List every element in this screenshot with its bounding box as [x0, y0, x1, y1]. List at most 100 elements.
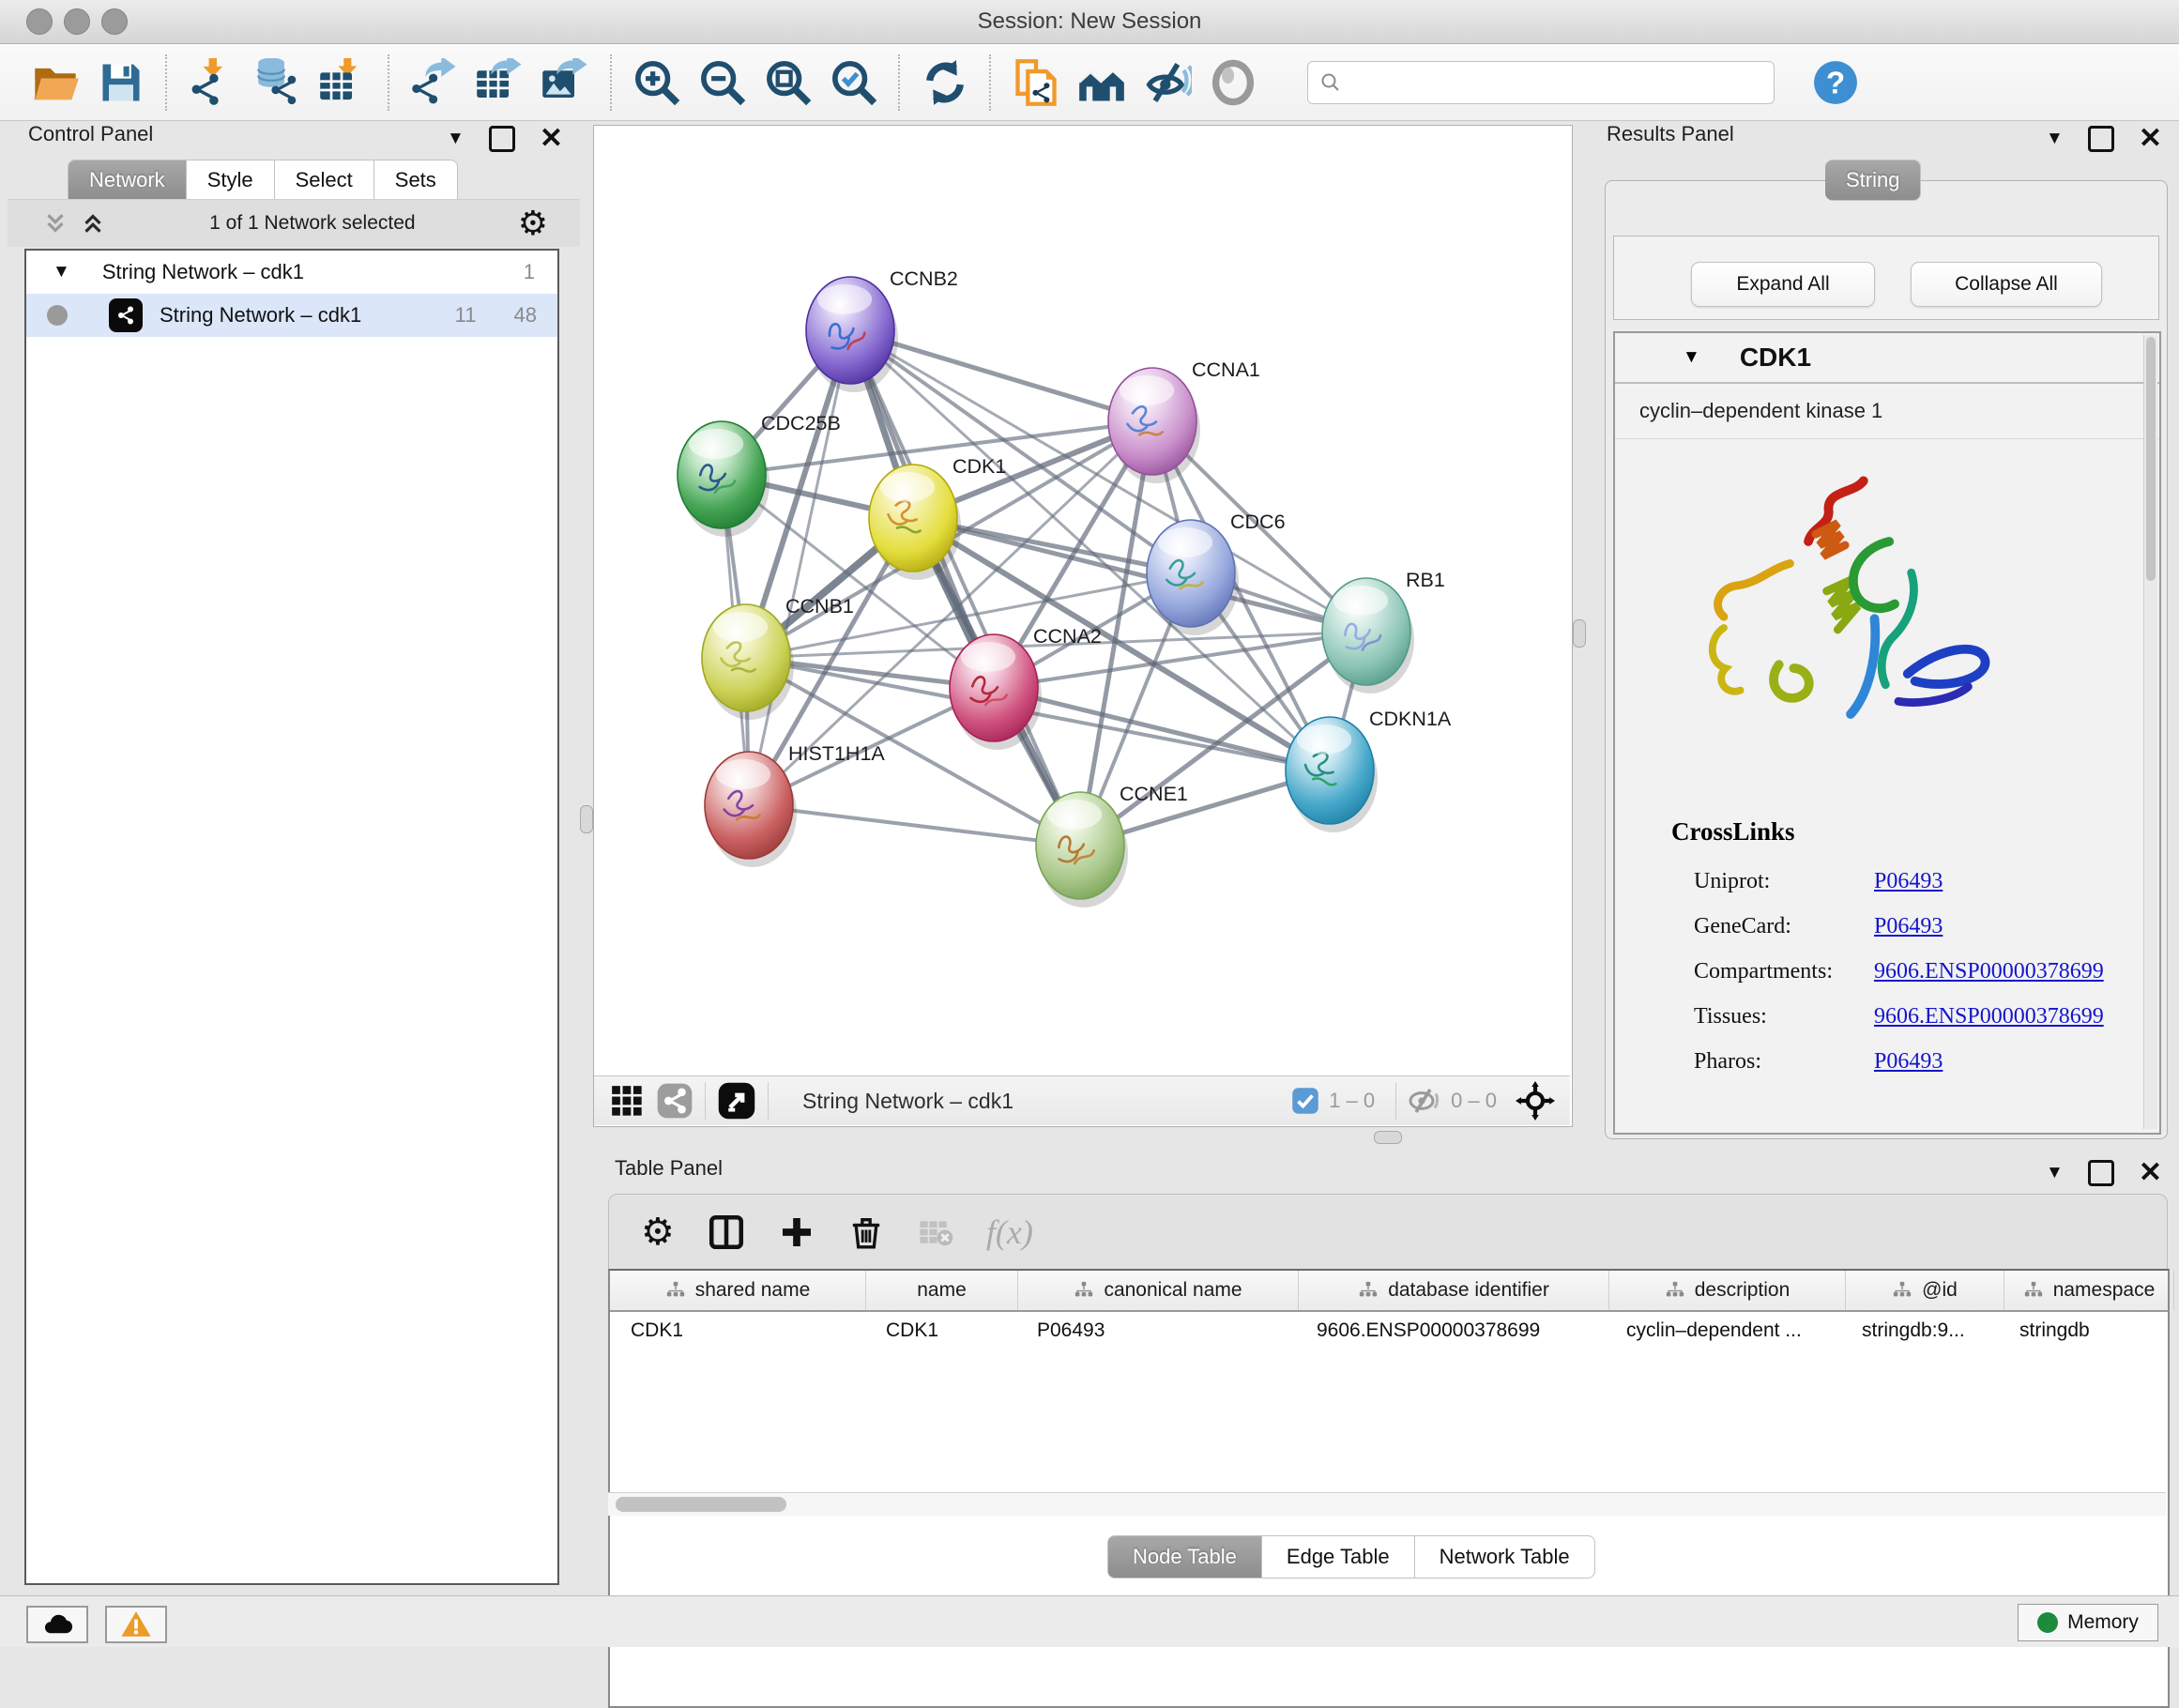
- zoom-fit-button[interactable]: [761, 55, 815, 110]
- export-table-button[interactable]: [473, 55, 527, 110]
- table-cell[interactable]: P06493: [1016, 1312, 1296, 1350]
- import-table-file-button[interactable]: [316, 55, 371, 110]
- import-network-file-button[interactable]: [185, 55, 239, 110]
- string-home-button[interactable]: [1074, 55, 1129, 110]
- zoom-out-button[interactable]: [695, 55, 750, 110]
- expand-all-chevron-icon[interactable]: [79, 209, 107, 237]
- panel-close-icon[interactable]: ✕: [540, 129, 563, 149]
- right-splitter-handle[interactable]: [1573, 619, 1586, 648]
- tab-select[interactable]: Select: [275, 160, 374, 201]
- edge-HIST1H1A-CCNE1[interactable]: [749, 805, 1080, 846]
- tab-network[interactable]: Network: [68, 160, 187, 201]
- column-header-description[interactable]: description: [1609, 1271, 1846, 1310]
- hide-graphics-details-button[interactable]: [1140, 55, 1195, 110]
- left-splitter-handle[interactable]: [580, 805, 593, 833]
- tab-string[interactable]: String: [1825, 160, 1921, 201]
- node-CCNA1[interactable]: [1108, 368, 1200, 483]
- node-CCNB2[interactable]: [806, 277, 898, 392]
- tab-style[interactable]: Style: [187, 160, 275, 201]
- crosslink-value-link[interactable]: 9606.ENSP00000378699: [1874, 959, 2104, 984]
- add-column-icon[interactable]: [778, 1213, 815, 1251]
- network-graph[interactable]: CCNB2CCNA1CDC25BCDK1CDC6RB1CCNB1CCNA2CDK…: [594, 126, 1570, 1075]
- gear-icon[interactable]: ⚙: [518, 206, 548, 240]
- show-graphics-details-button[interactable]: [1206, 55, 1260, 110]
- apply-layout-button[interactable]: [918, 55, 972, 110]
- panel-menu-icon[interactable]: ▼: [2046, 129, 2064, 149]
- hidden-eye-icon[interactable]: [1408, 1084, 1441, 1118]
- node-CDC6[interactable]: [1147, 520, 1239, 635]
- node-CCNE1[interactable]: [1036, 792, 1128, 907]
- birdseye-view-icon[interactable]: [717, 1081, 756, 1121]
- table-cell[interactable]: stringdb: [1999, 1312, 2168, 1350]
- node-HIST1H1A[interactable]: [705, 752, 797, 867]
- zoom-selected-button[interactable]: [827, 55, 881, 110]
- tab-sets[interactable]: Sets: [374, 160, 458, 201]
- save-session-button[interactable]: [94, 55, 148, 110]
- hscrollbar-thumb[interactable]: [616, 1497, 786, 1512]
- cloud-button[interactable]: [26, 1606, 88, 1643]
- collapse-all-button[interactable]: Collapse All: [1911, 262, 2102, 307]
- help-button[interactable]: ?: [1812, 59, 1859, 106]
- node-CDK1[interactable]: [869, 465, 961, 580]
- crosslink-value-link[interactable]: P06493: [1874, 914, 1943, 939]
- table-cell[interactable]: CDK1: [865, 1312, 1016, 1350]
- fit-crosshair-icon[interactable]: [1516, 1081, 1555, 1121]
- panel-float-icon[interactable]: [489, 126, 515, 152]
- panel-menu-icon[interactable]: ▼: [2046, 1163, 2064, 1183]
- expand-all-button[interactable]: Expand All: [1691, 262, 1875, 307]
- panel-menu-icon[interactable]: ▼: [447, 129, 465, 149]
- column-header-name[interactable]: name: [866, 1271, 1018, 1310]
- column-header--id[interactable]: @id: [1846, 1271, 2004, 1310]
- network-row[interactable]: String Network – cdk1 11 48: [26, 294, 557, 337]
- export-image-button[interactable]: [539, 55, 593, 110]
- panel-float-icon[interactable]: [2088, 126, 2114, 152]
- network-canvas[interactable]: CCNB2CCNA1CDC25BCDK1CDC6RB1CCNB1CCNA2CDK…: [594, 126, 1570, 1075]
- selected-checkbox-icon[interactable]: [1291, 1087, 1319, 1115]
- zoom-in-button[interactable]: [630, 55, 684, 110]
- grid-view-icon[interactable]: [609, 1083, 645, 1119]
- gear-icon[interactable]: ⚙: [641, 1213, 675, 1251]
- share-document-button[interactable]: [1009, 55, 1063, 110]
- tab-edge-table[interactable]: Edge Table: [1262, 1535, 1415, 1578]
- delete-column-icon[interactable]: [847, 1213, 885, 1251]
- results-scrollbar[interactable]: [2143, 335, 2157, 1129]
- collapse-triangle-icon[interactable]: ▼: [1683, 347, 1700, 368]
- table-cell[interactable]: stringdb:9...: [1841, 1312, 1999, 1350]
- node-CCNA2[interactable]: [950, 634, 1042, 750]
- edge-CCNB2-CCNE1[interactable]: [850, 330, 1080, 846]
- collapse-all-chevron-icon[interactable]: [41, 209, 69, 237]
- node-CDKN1A[interactable]: [1286, 717, 1378, 832]
- column-header-namespace[interactable]: namespace: [2004, 1271, 2174, 1310]
- tree-expand-icon[interactable]: ▼: [53, 262, 70, 282]
- table-cell[interactable]: cyclin–dependent ...: [1606, 1312, 1841, 1350]
- export-network-button[interactable]: [407, 55, 462, 110]
- column-header-shared-name[interactable]: shared name: [610, 1271, 866, 1310]
- search-input[interactable]: [1349, 64, 1774, 101]
- panel-close-icon[interactable]: ✕: [2139, 1163, 2162, 1183]
- tab-node-table[interactable]: Node Table: [1107, 1535, 1262, 1578]
- table-cell[interactable]: 9606.ENSP00000378699: [1296, 1312, 1606, 1350]
- crosslink-value-link[interactable]: 9606.ENSP00000378699: [1874, 1004, 2104, 1029]
- import-network-database-button[interactable]: [251, 55, 305, 110]
- table-cell[interactable]: CDK1: [610, 1312, 865, 1350]
- network-collection-row[interactable]: ▼ String Network – cdk1 1: [26, 251, 557, 294]
- node-RB1[interactable]: [1322, 578, 1414, 694]
- node-CCNB1[interactable]: [702, 604, 794, 720]
- column-header-database-identifier[interactable]: database identifier: [1299, 1271, 1609, 1310]
- table-hscrollbar[interactable]: [608, 1492, 2166, 1516]
- horizontal-splitter-handle[interactable]: [1374, 1131, 1402, 1144]
- column-header-canonical-name[interactable]: canonical name: [1018, 1271, 1299, 1310]
- panel-close-icon[interactable]: ✕: [2139, 129, 2162, 149]
- edge-CCNB2-HIST1H1A[interactable]: [749, 330, 850, 805]
- panel-float-icon[interactable]: [2088, 1160, 2114, 1186]
- tab-network-table[interactable]: Network Table: [1415, 1535, 1595, 1578]
- share-view-icon[interactable]: [656, 1082, 693, 1120]
- show-columns-icon[interactable]: [707, 1212, 746, 1252]
- gene-header-row[interactable]: ▼ CDK1: [1615, 333, 2159, 384]
- memory-button[interactable]: Memory: [2018, 1604, 2158, 1641]
- warning-button[interactable]: [105, 1606, 167, 1643]
- open-session-button[interactable]: [28, 55, 83, 110]
- crosslink-value-link[interactable]: P06493: [1874, 869, 1943, 894]
- crosslink-value-link[interactable]: P06493: [1874, 1049, 1943, 1075]
- table-row[interactable]: CDK1CDK1P064939606.ENSP00000378699cyclin…: [610, 1312, 2168, 1350]
